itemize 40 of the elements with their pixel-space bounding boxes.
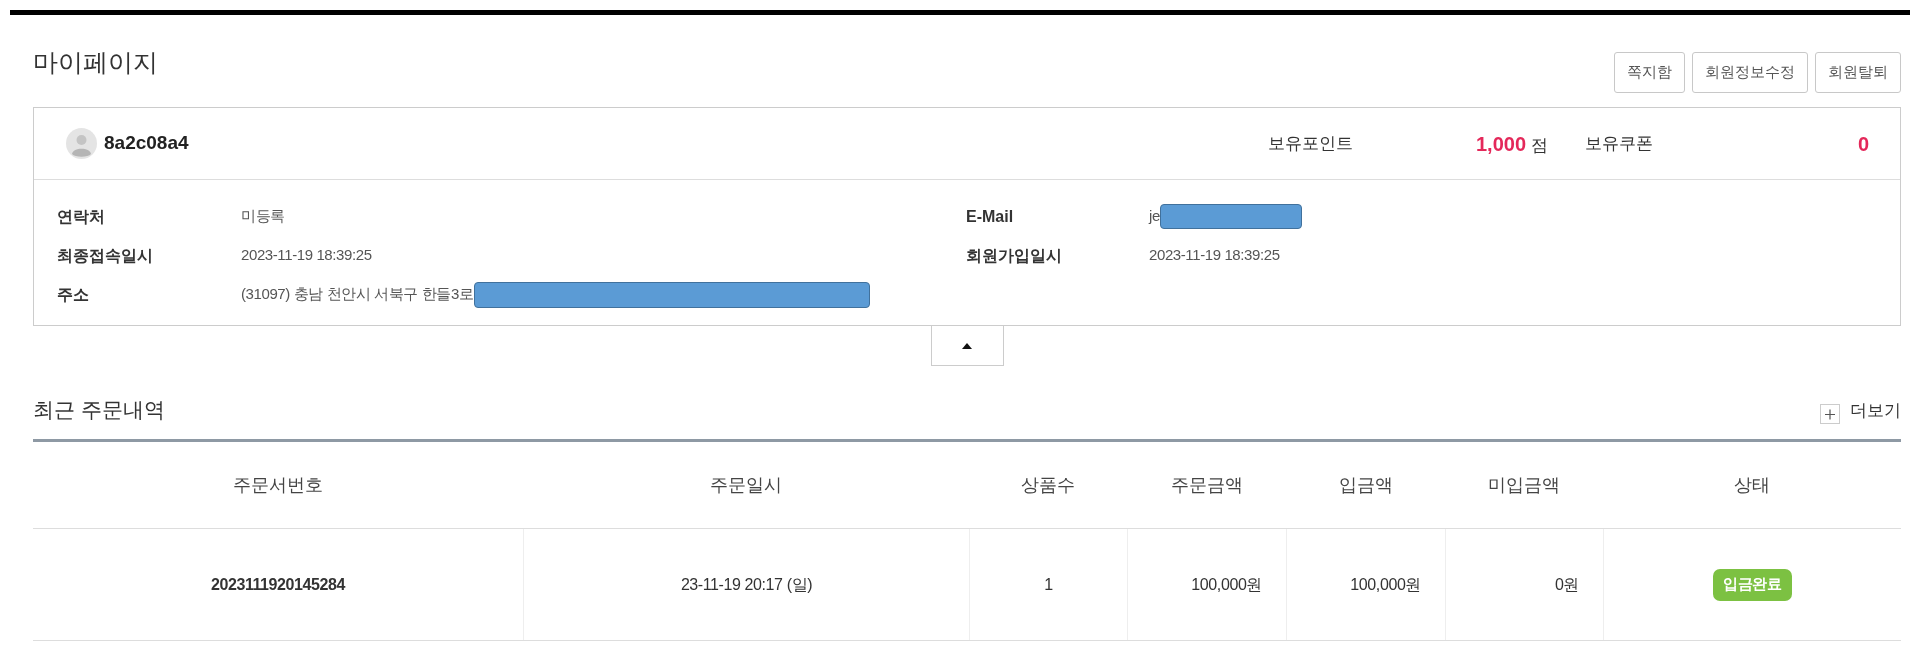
action-button[interactable]: 회원탈퇴 bbox=[1815, 52, 1901, 93]
field-label: E-Mail bbox=[966, 206, 1015, 227]
field-value: (31097) 충남 천안시 서북구 한들3로 bbox=[241, 284, 474, 305]
page-title: 마이페이지 bbox=[33, 47, 158, 78]
username: 8a2c08a4 bbox=[104, 131, 189, 156]
points-value: 1,000 bbox=[1476, 131, 1527, 157]
field-value: je bbox=[1149, 206, 1160, 227]
field-label: 연락처 bbox=[57, 206, 106, 227]
table-cell-text: 2023111920145284 bbox=[209, 574, 347, 595]
table-cell: 100,000원 bbox=[1127, 529, 1286, 640]
field-value: 미등록 bbox=[241, 206, 285, 227]
action-button[interactable]: 회원정보수정 bbox=[1692, 52, 1808, 93]
field-label: 최종접속일시 bbox=[57, 245, 154, 266]
field-value: 2023-11-19 18:39:25 bbox=[241, 245, 372, 266]
more-link[interactable]: 더보기 bbox=[1820, 397, 1901, 424]
plus-icon bbox=[1820, 403, 1840, 424]
collapse-toggle-button[interactable] bbox=[930, 326, 1004, 366]
action-button[interactable]: 쪽지함 bbox=[1614, 52, 1685, 93]
column-header: 입금액 bbox=[1338, 473, 1393, 497]
column-header: 상품수 bbox=[1021, 473, 1075, 497]
points-label: 보유포인트 bbox=[1268, 132, 1354, 155]
section-title: 최근 주문내역 bbox=[33, 396, 165, 423]
field-value: 2023-11-19 18:39:25 bbox=[1149, 245, 1280, 266]
caret-up-icon bbox=[962, 342, 972, 349]
avatar-icon bbox=[66, 128, 97, 159]
table-cell: 1 bbox=[969, 529, 1127, 640]
table-cell: 23-11-19 20:17 (일) bbox=[523, 529, 969, 640]
column-header: 주문금액 bbox=[1170, 473, 1243, 497]
column-header: 상태 bbox=[1734, 473, 1770, 497]
points-unit: 점 bbox=[1531, 134, 1549, 157]
coupons-value: 0 bbox=[1857, 131, 1869, 157]
column-header: 미입금액 bbox=[1488, 473, 1560, 497]
status-badge: 입금완료 bbox=[1713, 568, 1792, 601]
table-cell: 0원 bbox=[1445, 529, 1603, 640]
column-header: 주문일시 bbox=[710, 473, 782, 497]
field-label: 회원가입일시 bbox=[966, 245, 1063, 266]
coupons-label: 보유쿠폰 bbox=[1585, 132, 1654, 155]
column-header: 주문서번호 bbox=[233, 473, 323, 497]
field-label: 주소 bbox=[57, 284, 90, 305]
table-cell: 100,000원 bbox=[1286, 529, 1445, 640]
